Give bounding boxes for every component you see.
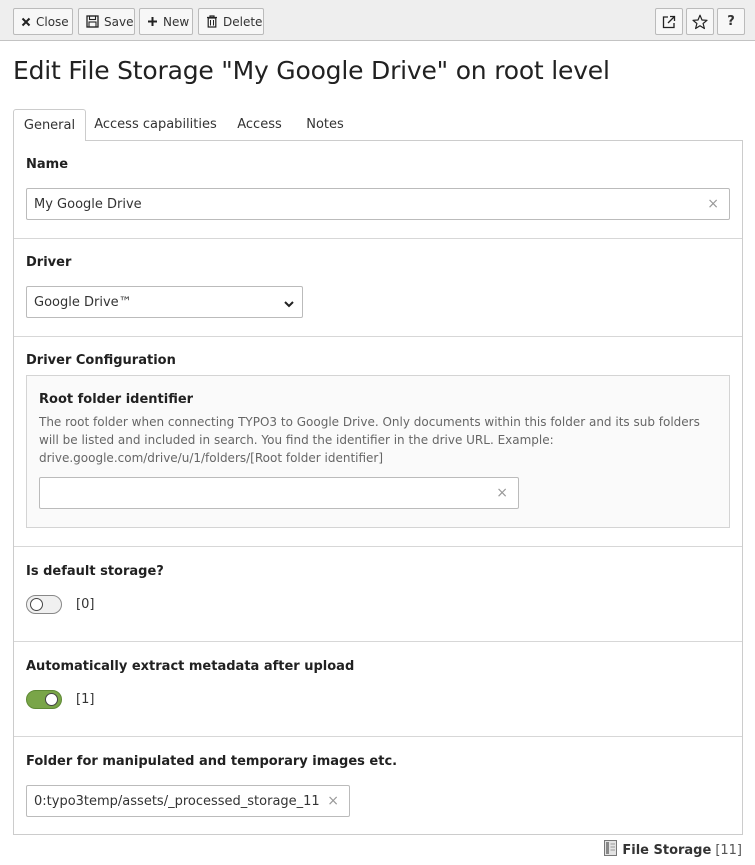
field-name: Name My Google Drive ×: [14, 141, 742, 239]
tab-general[interactable]: General: [13, 109, 86, 141]
field-auto-extract: Automatically extract metadata after upl…: [14, 642, 742, 737]
name-label: Name: [26, 157, 69, 172]
auto-extract-toggle[interactable]: [26, 690, 62, 709]
processing-folder-input[interactable]: 0:typo3temp/assets/_processed_storage_11…: [26, 785, 350, 817]
field-processing-folder: Folder for manipulated and temporary ima…: [14, 737, 742, 834]
chevron-down-icon: [284, 297, 294, 312]
file-storage-icon: [604, 840, 618, 860]
tab-bar: General Access capabilities Access Notes: [13, 109, 743, 141]
tab-notes[interactable]: Notes: [294, 109, 356, 140]
driver-select[interactable]: Google Drive™: [26, 286, 303, 318]
save-label: Save: [104, 14, 134, 29]
root-folder-input[interactable]: ×: [39, 477, 519, 509]
flexform-container: Root folder identifier The root folder w…: [26, 375, 730, 528]
record-type: File Storage: [622, 842, 712, 858]
root-folder-label: Root folder identifier: [39, 392, 194, 407]
clear-icon[interactable]: ×: [496, 485, 508, 501]
save-button[interactable]: Save: [78, 8, 135, 35]
plus-icon: [147, 16, 158, 27]
page-title: Edit File Storage "My Google Drive" on r…: [13, 56, 610, 85]
tab-notes-label: Notes: [306, 117, 344, 132]
doc-header-toolbar: Close Save New Delete ?: [0, 0, 755, 41]
tab-access-capabilities-label: Access capabilities: [94, 117, 217, 132]
driver-selected: Google Drive™: [34, 294, 132, 310]
field-is-default: Is default storage? [0]: [14, 547, 742, 642]
trash-icon: [206, 15, 218, 28]
external-link-icon: [662, 15, 676, 29]
driver-configuration-label: Driver Configuration: [26, 353, 176, 368]
tab-panel-general: Name My Google Drive × Driver Google Dri…: [13, 140, 743, 835]
auto-extract-value: [1]: [76, 692, 95, 707]
is-default-value: [0]: [76, 597, 95, 612]
star-icon: [692, 14, 708, 30]
driver-label: Driver: [26, 255, 72, 270]
tab-access-label: Access: [237, 117, 282, 132]
processing-folder-label: Folder for manipulated and temporary ima…: [26, 754, 398, 769]
close-button[interactable]: Close: [13, 8, 73, 35]
toggle-knob: [45, 693, 58, 706]
tab-general-label: General: [23, 118, 76, 133]
help-label: ?: [727, 14, 735, 29]
name-input[interactable]: My Google Drive ×: [26, 188, 730, 220]
open-new-window-button[interactable]: [655, 8, 683, 35]
record-footer: File Storage [11]: [604, 840, 742, 860]
delete-button[interactable]: Delete: [198, 8, 264, 35]
is-default-toggle[interactable]: [26, 595, 62, 614]
close-icon: [21, 17, 31, 27]
save-icon: [86, 15, 99, 28]
clear-icon[interactable]: ×: [707, 196, 719, 212]
field-driver-configuration: Driver Configuration Root folder identif…: [14, 337, 742, 547]
new-button[interactable]: New: [139, 8, 193, 35]
auto-extract-label: Automatically extract metadata after upl…: [26, 659, 355, 674]
tab-access-capabilities[interactable]: Access capabilities: [86, 109, 225, 140]
help-button[interactable]: ?: [717, 8, 745, 35]
clear-icon[interactable]: ×: [327, 793, 339, 809]
name-value: My Google Drive: [34, 196, 142, 212]
record-id: [11]: [715, 842, 742, 858]
bookmark-button[interactable]: [686, 8, 714, 35]
root-folder-help: The root folder when connecting TYPO3 to…: [39, 415, 700, 465]
tab-access[interactable]: Access: [225, 109, 294, 140]
field-driver: Driver Google Drive™: [14, 239, 742, 337]
delete-label: Delete: [223, 14, 263, 29]
is-default-label: Is default storage?: [26, 564, 164, 579]
new-label: New: [163, 14, 190, 29]
close-label: Close: [36, 14, 69, 29]
toggle-knob: [30, 598, 43, 611]
processing-folder-value: 0:typo3temp/assets/_processed_storage_11: [34, 793, 320, 809]
